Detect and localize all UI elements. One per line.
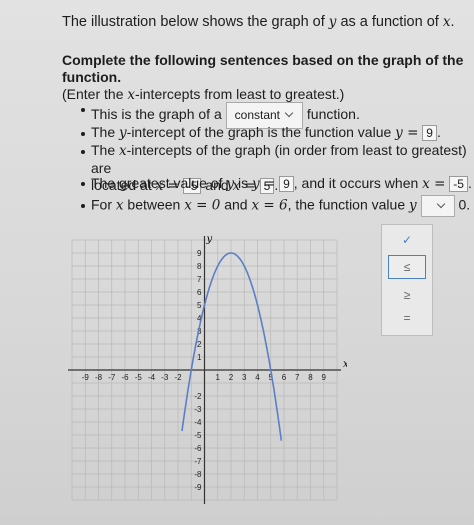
y-tick-label: -6 [194, 444, 202, 453]
bullet-dot [81, 132, 85, 136]
max-value-input[interactable]: 9 [279, 176, 294, 193]
x-tick-label: -7 [108, 373, 116, 382]
x-tick-label: -9 [82, 373, 90, 382]
inequality-options-panel: ✓ ≤ ≥ = [381, 224, 433, 336]
inequality-dropdown[interactable] [420, 195, 455, 217]
bullet-dot [81, 182, 85, 186]
x-tick-label: -3 [161, 373, 169, 382]
y-tick-label: -3 [194, 405, 202, 414]
intro-text: The illustration below shows the graph o… [62, 14, 455, 30]
y-tick-label: -4 [194, 418, 202, 427]
x-axis-label: x [343, 359, 347, 370]
y-intercept-input[interactable]: 9 [422, 125, 437, 142]
x-tick-label: 8 [308, 373, 313, 382]
y-tick-label: 2 [197, 340, 202, 349]
x-tick-label: 3 [242, 373, 247, 382]
y-tick-label: -2 [194, 392, 202, 401]
sign-sentence: For x between x = 0 and x = 6, the funct… [91, 195, 470, 217]
y-intercept-sentence: The y-intercept of the graph is the func… [91, 124, 441, 142]
y-tick-label: -8 [194, 470, 202, 479]
bullet-dot [81, 108, 85, 112]
max-value-sentence: The greatest value of y is y = 9, and it… [91, 175, 472, 193]
y-tick-label: 7 [197, 275, 202, 284]
x-tick-label: 9 [322, 373, 327, 382]
option-check[interactable]: ✓ [382, 233, 432, 247]
y-tick-label: -7 [194, 457, 202, 466]
x-tick-label: -4 [148, 373, 156, 382]
option-greater-equal[interactable]: ≥ [382, 288, 432, 302]
x-tick-label: 4 [255, 373, 260, 382]
chevron-down-icon [284, 108, 294, 118]
x-tick-label: 6 [282, 373, 287, 382]
instruction-line-1: Complete the following sentences based o… [62, 52, 464, 85]
y-tick-label: 6 [197, 288, 202, 297]
function-graph: -9 -8 -7 -6 -5 -4 -3 -2 1 2 3 4 5 6 7 8 9987654321-2-3-4… [68, 234, 347, 504]
y-tick-label: -5 [194, 431, 202, 440]
x-tick-label: 1 [216, 373, 221, 382]
max-x-input[interactable]: -5 [449, 176, 468, 193]
option-less-equal[interactable]: ≤ [388, 255, 426, 279]
x-tick-label: 2 [229, 373, 234, 382]
y-tick-label: 9 [197, 249, 202, 258]
x-tick-label: -8 [95, 373, 103, 382]
instructions: Complete the following sentences based o… [62, 52, 464, 103]
chevron-down-icon [436, 199, 445, 209]
option-equal[interactable]: = [382, 311, 432, 325]
y-tick-label: 1 [197, 353, 202, 362]
y-tick-label: 8 [197, 262, 202, 271]
x-tick-label: -5 [135, 373, 143, 382]
bullet-dot [81, 150, 85, 154]
x-tick-label: 7 [295, 373, 300, 382]
y-axis-label: y [206, 234, 213, 245]
y-tick-label: 5 [197, 301, 202, 310]
x-tick-label: -2 [174, 373, 182, 382]
x-tick-label: -6 [121, 373, 129, 382]
bullet-dot [81, 204, 85, 208]
page: The illustration below shows the graph o… [0, 0, 474, 525]
y-tick-label: -9 [194, 483, 202, 492]
